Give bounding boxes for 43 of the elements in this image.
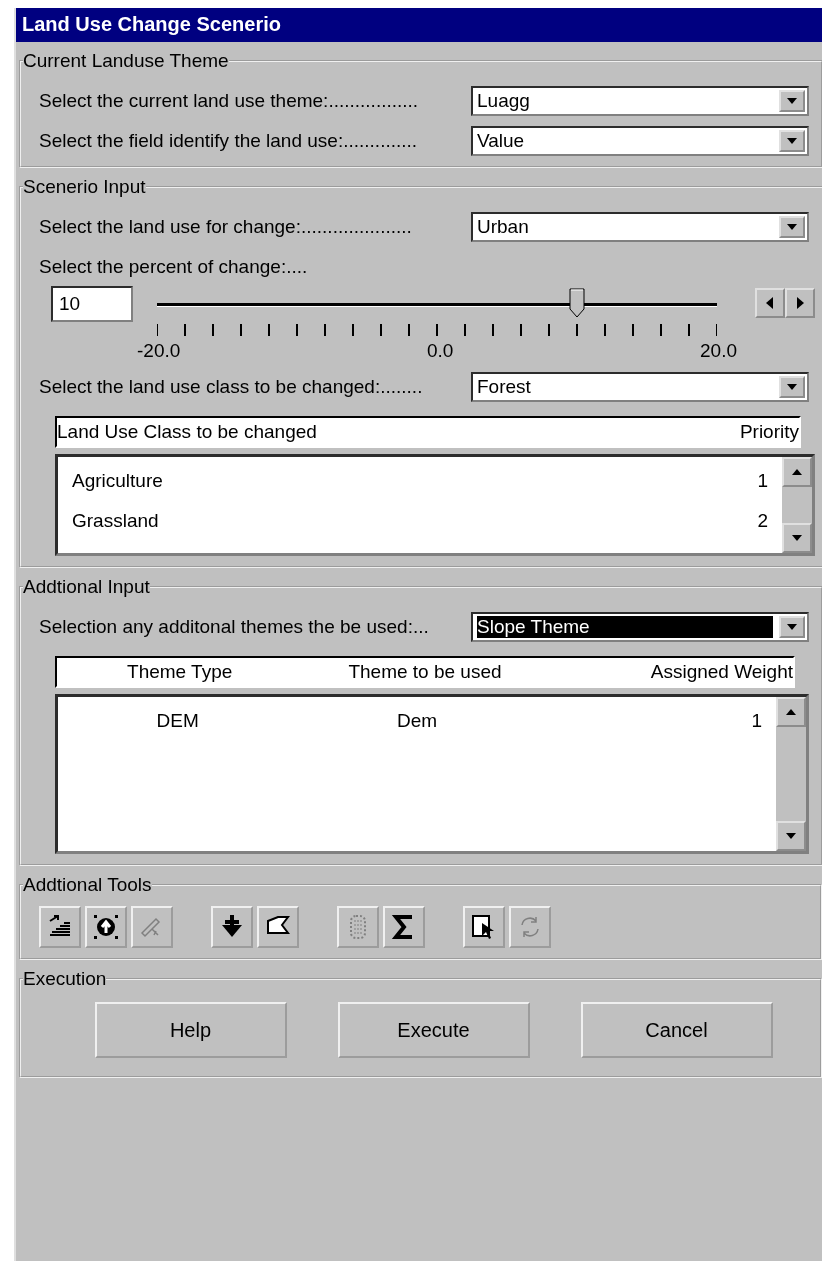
field-label: Select the field identify the land use:.............. [39, 130, 419, 152]
dropdown[interactable]: Forest [471, 372, 809, 402]
dropdown[interactable]: Luagg [471, 86, 809, 116]
dialog-button[interactable]: Cancel [580, 1002, 773, 1058]
tick-label: 20.0 [700, 340, 737, 362]
scroll-up-button[interactable] [782, 457, 812, 487]
window-title: Land Use Change Scenerio [16, 8, 822, 42]
target-icon [92, 913, 120, 941]
dropdown[interactable]: Urban [471, 212, 809, 242]
field-label: Select the land use class to be changed:........ [39, 376, 424, 398]
tool-button[interactable] [463, 906, 505, 948]
list-row[interactable]: Agriculture 1 [58, 461, 782, 501]
scroll-up-button[interactable] [776, 697, 806, 727]
group-label: Addtional Tools [23, 874, 152, 896]
tool-button[interactable] [383, 906, 425, 948]
slider-thumb[interactable] [569, 288, 585, 318]
decrement-button[interactable] [755, 288, 785, 318]
group-label: Addtional Input [23, 576, 150, 598]
tool-button[interactable] [257, 906, 299, 948]
table-header: Theme Type Theme to be used Assigned Weight [55, 656, 795, 688]
tool-button[interactable] [85, 906, 127, 948]
table-header: Land Use Class to be changed Priority [55, 416, 801, 448]
group-label: Current Landuse Theme [23, 50, 229, 72]
tool-button[interactable] [39, 906, 81, 948]
field-label: Selection any additonal themes the be used:... [39, 616, 430, 638]
percent-input[interactable]: 10 [51, 286, 133, 322]
tick-label: -20.0 [137, 340, 181, 362]
dialog-button[interactable]: Execute [337, 1002, 530, 1058]
list-row[interactable]: Grassland 2 [58, 501, 782, 541]
field-label: Select the current land use theme:................. [39, 90, 420, 112]
tool-button[interactable] [211, 906, 253, 948]
group-label: Scenerio Input [23, 176, 146, 198]
dialog-button[interactable]: Help [94, 1002, 287, 1058]
field-label: Select the land use for change:..................... [39, 216, 413, 238]
scroll-down-button[interactable] [776, 821, 806, 851]
list-row[interactable]: DEM Dem 1 [58, 701, 776, 741]
tick-label: 0.0 [426, 340, 454, 362]
scroll-down-button[interactable] [782, 523, 812, 553]
dropdown[interactable]: Value [471, 126, 809, 156]
increment-button[interactable] [785, 288, 815, 318]
field-label: Select the percent of change:.... [39, 256, 309, 278]
group-label: Execution [23, 968, 107, 990]
dropdown[interactable]: Slope Theme [471, 612, 809, 642]
